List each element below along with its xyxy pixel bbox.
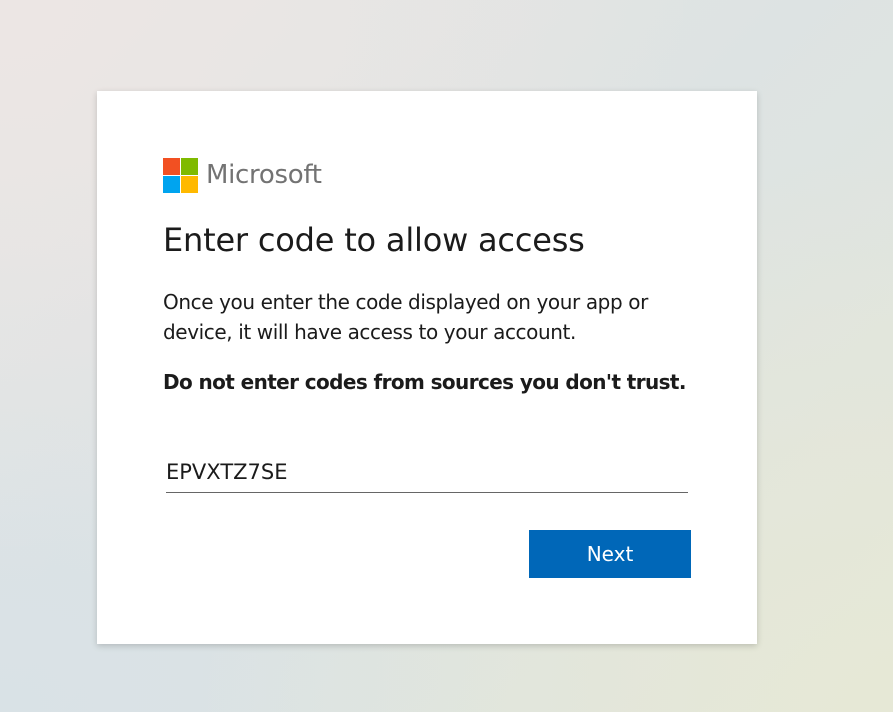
code-input[interactable] [166,451,688,493]
logo-square-blue [163,175,180,193]
microsoft-logo: Microsoft [163,157,322,193]
logo-square-green [181,157,198,175]
page-title: Enter code to allow access [163,221,585,259]
logo-square-yellow [181,175,198,193]
microsoft-logo-icon [163,157,198,193]
security-warning: Do not enter codes from sources you don'… [163,370,686,394]
code-entry-card: Microsoft Enter code to allow access Onc… [97,91,757,644]
next-button[interactable]: Next [529,530,691,578]
brand-name: Microsoft [206,160,322,190]
logo-square-red [163,157,180,175]
description-text: Once you enter the code displayed on you… [163,290,648,344]
